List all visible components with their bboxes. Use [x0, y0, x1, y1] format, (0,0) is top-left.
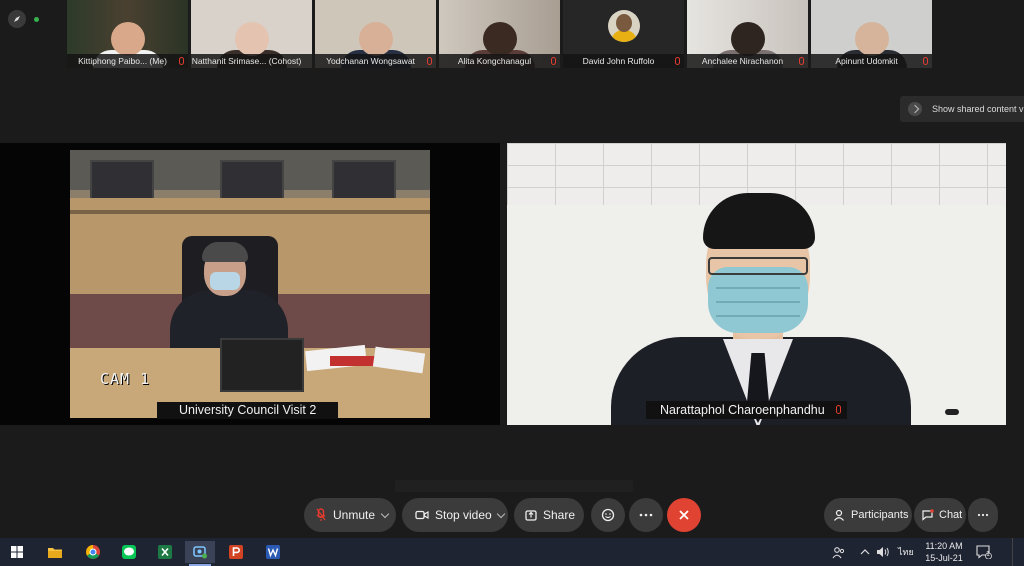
- participant-tile[interactable]: Natthanit Srimase... (Cohost): [191, 0, 312, 68]
- unmute-button[interactable]: Unmute: [304, 498, 396, 532]
- camera-icon: [415, 510, 429, 520]
- participant-face: [482, 22, 517, 56]
- participant-name: Kittiphong Paibo... (Me): [67, 54, 188, 68]
- excel-icon[interactable]: [150, 541, 180, 563]
- chat-bubble-icon: [922, 509, 934, 521]
- line-app-icon[interactable]: [114, 541, 144, 563]
- share-button[interactable]: Share: [514, 498, 584, 532]
- participant-face: [358, 22, 393, 56]
- shared-content-label: Show shared content vi: [932, 104, 1024, 114]
- powerpoint-icon[interactable]: [221, 541, 251, 563]
- participants-label: Participants: [851, 509, 909, 521]
- more-icon: [639, 513, 653, 517]
- muted-mic-icon: [427, 57, 432, 65]
- desk-microphone: [945, 409, 959, 415]
- camera-label: CAM 1: [100, 370, 151, 388]
- participant-face: [730, 22, 765, 56]
- participant-tile[interactable]: Apinunt Udomkit: [811, 0, 932, 68]
- word-icon[interactable]: [258, 541, 288, 563]
- close-icon: [679, 510, 689, 520]
- chrome-icon[interactable]: [78, 541, 108, 563]
- participant-face: [854, 22, 889, 56]
- leave-meeting-button[interactable]: [667, 498, 701, 532]
- avatar: [607, 10, 640, 42]
- more-icon: [977, 513, 989, 517]
- clock-time: 11:20 AM: [925, 541, 963, 551]
- volume-icon[interactable]: [876, 538, 890, 566]
- participants-button[interactable]: Participants: [824, 498, 912, 532]
- muted-mic-icon: [675, 57, 680, 65]
- connection-status-icon: [34, 16, 39, 22]
- stop-video-label: Stop video: [435, 508, 492, 522]
- video-name-label: Narattaphol Charoenphandhu: [646, 401, 847, 419]
- status-bar: [395, 480, 633, 492]
- person-icon: [834, 509, 844, 521]
- system-clock[interactable]: 11:20 AM 15-Jul-21: [920, 540, 968, 564]
- notification-count: 1: [986, 551, 990, 558]
- participant-tile[interactable]: David John Ruffolo: [563, 0, 684, 68]
- windows-taskbar: ไทย 11:20 AM 15-Jul-21 1: [0, 538, 1024, 566]
- participant-tile[interactable]: Alita Kongchanagul: [439, 0, 560, 68]
- chat-label: Chat: [939, 509, 963, 521]
- chevron-down-icon[interactable]: [496, 509, 505, 518]
- clock-date: 15-Jul-21: [925, 553, 963, 563]
- unmute-label: Unmute: [333, 508, 376, 522]
- participant-face: [234, 22, 269, 56]
- muted-mic-icon: [179, 57, 184, 65]
- room-camera-feed: CAM 1: [70, 150, 430, 418]
- participant-name: David John Ruffolo: [563, 54, 684, 68]
- video-name-label: University Council Visit 2: [157, 402, 339, 419]
- language-indicator[interactable]: ไทย: [898, 538, 914, 566]
- language-label: ไทย: [898, 547, 914, 557]
- video-name-text: University Council Visit 2: [179, 403, 317, 417]
- muted-mic-icon: [799, 57, 804, 65]
- chevron-up-icon[interactable]: [860, 538, 870, 566]
- main-video-left[interactable]: CAM 1 University Council Visit 2: [0, 143, 500, 425]
- reactions-button[interactable]: [591, 498, 625, 532]
- webex-icon[interactable]: [185, 541, 215, 566]
- top-left-toolbar: [8, 10, 39, 28]
- windows-start-icon[interactable]: [2, 541, 32, 563]
- participant-strip: Kittiphong Paibo... (Me) Natthanit Srima…: [67, 0, 932, 68]
- face-mask: [708, 267, 808, 333]
- notification-center-icon[interactable]: 1: [976, 538, 992, 566]
- participant-name: Natthanit Srimase... (Cohost): [191, 54, 312, 68]
- glasses: [708, 257, 808, 275]
- muted-mic-icon: [835, 405, 841, 414]
- meeting-window: Kittiphong Paibo... (Me) Natthanit Srima…: [0, 0, 1024, 538]
- show-shared-content-button[interactable]: Show shared content vi: [900, 96, 1024, 122]
- participant-name: Apinunt Udomkit: [811, 54, 932, 68]
- participant-name: Alita Kongchanagul: [439, 54, 560, 68]
- chat-button[interactable]: Chat: [914, 498, 966, 532]
- share-icon: [525, 510, 537, 521]
- more-options-button[interactable]: [629, 498, 663, 532]
- participant-face: [110, 22, 145, 56]
- file-explorer-icon[interactable]: [40, 541, 70, 563]
- muted-mic-icon: [551, 57, 556, 65]
- video-name-text: Narattaphol Charoenphandhu: [660, 403, 825, 417]
- share-label: Share: [543, 508, 576, 522]
- muted-mic-icon: [923, 57, 928, 65]
- stop-video-button[interactable]: Stop video: [402, 498, 508, 532]
- participant-tile[interactable]: Anchalee Nirachanon: [687, 0, 808, 68]
- participant-tile[interactable]: Kittiphong Paibo... (Me): [67, 0, 188, 68]
- smiley-icon: [601, 508, 615, 522]
- main-video-right[interactable]: Narattaphol Charoenphandhu: [507, 143, 1006, 425]
- show-desktop-button[interactable]: [1012, 538, 1024, 566]
- chevron-down-icon[interactable]: [380, 509, 390, 518]
- people-icon[interactable]: [832, 538, 845, 566]
- compass-icon[interactable]: [8, 10, 26, 28]
- participant-name: Anchalee Nirachanon: [687, 54, 808, 68]
- muted-mic-icon: [316, 508, 326, 521]
- participant-tile[interactable]: Yodchanan Wongsawat: [315, 0, 436, 68]
- meeting-controls: Unmute Stop video Share Participants Cha…: [0, 498, 1024, 534]
- more-menu-button[interactable]: [968, 498, 998, 532]
- participant-name: Yodchanan Wongsawat: [315, 54, 436, 68]
- arrow-icon: [908, 102, 922, 116]
